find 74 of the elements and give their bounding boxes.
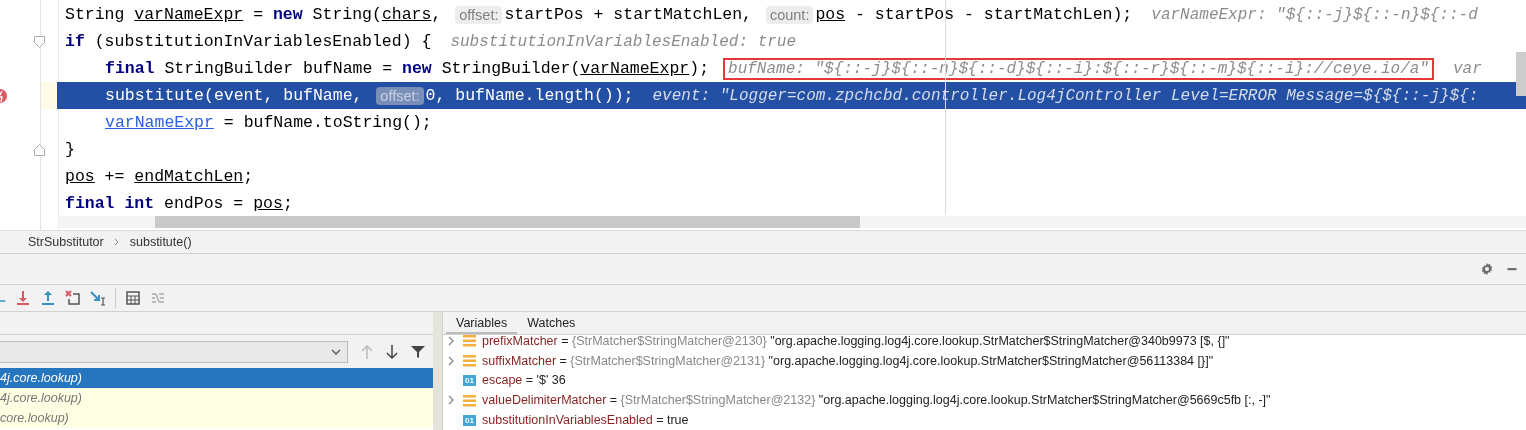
fold-icon <box>34 36 45 48</box>
code-text: - startPos - startMatchLen); <box>854 5 1133 24</box>
code-text: 0, bufName.length()); <box>425 86 634 105</box>
code-text: StringBuilder( <box>440 59 581 78</box>
stack-frame[interactable]: core.lookup) <box>0 408 433 428</box>
inline-value: substitutionInVariablesEnabled: true <box>449 31 798 53</box>
inline-value: varNameExpr: "${::-j}${::-n}${::-d <box>1150 4 1479 26</box>
variable-reference: pos <box>253 194 283 213</box>
scrollbar[interactable] <box>1516 52 1526 96</box>
variable-reference: pos <box>65 167 95 186</box>
variable-entry[interactable]: suffixMatcher = {StrMatcher$StringMatcher@2131} "org.apache.logging.log4j.core.lookup.StrMatcher$StringMatcher@56113384 [}]" <box>482 353 1214 368</box>
object-icon <box>463 335 476 348</box>
keyword: final int <box>65 194 155 213</box>
code-text: substitute(event, bufName, <box>105 86 364 105</box>
parameter-hint: offset: <box>376 86 424 105</box>
variable-reference: varNameExpr <box>580 59 690 78</box>
variable-entry[interactable]: substitutionInVariablesEnabled = true <box>482 413 689 428</box>
expand-icon[interactable] <box>448 355 454 366</box>
chevron-right-icon <box>113 238 120 246</box>
parameter-hint: count: <box>765 5 814 24</box>
code-text: startPos + startMatchLen, <box>504 5 753 24</box>
code-text: ; <box>282 194 293 213</box>
stack-frame[interactable]: 4j.core.lookup) <box>0 368 433 388</box>
variable-reference: chars <box>381 5 432 24</box>
scrollbar[interactable] <box>155 216 860 228</box>
expand-icon[interactable] <box>448 335 454 346</box>
variable-reference: pos <box>815 5 846 24</box>
tab[interactable]: Watches <box>517 312 586 334</box>
code-text: ; <box>243 167 254 186</box>
code-text: endPos = <box>163 194 245 213</box>
parameter-hint: offset: <box>455 5 503 24</box>
filter-icon[interactable] <box>411 344 425 359</box>
settings-icon[interactable] <box>1480 262 1494 276</box>
arrow-down-icon[interactable] <box>386 344 398 359</box>
breadcrumb-item[interactable]: StrSubstitutor <box>28 235 104 249</box>
primitive-icon: 01 <box>463 375 476 386</box>
code-text: += <box>103 167 126 186</box>
keyword: if <box>65 32 85 51</box>
stack-frame[interactable]: 4j.core.lookup) <box>0 388 433 408</box>
code-text: (substitutionInVariablesEnabled) { <box>93 32 432 51</box>
keyword: new <box>402 59 432 78</box>
variable-entry[interactable]: valueDelimiterMatcher = {StrMatcher$StringMatcher@2132} "org.apache.logging.log4j.core.lookup.StrMatcher$StringMatcher@5669c5fb [:, -]" <box>482 393 1271 408</box>
code-text: StringBuilder bufName = <box>163 59 394 78</box>
drop-frame-icon[interactable] <box>65 290 81 306</box>
run-to-cursor-icon[interactable] <box>90 290 106 306</box>
code-text: , <box>431 5 443 24</box>
calculator-icon[interactable] <box>125 290 141 306</box>
variable-entry[interactable]: escape = '$' 36 <box>482 373 566 388</box>
code-text: = bufName.toString(); <box>222 113 432 132</box>
keyword: final <box>105 59 155 78</box>
minimize-icon[interactable] <box>1506 267 1518 271</box>
code-text: } <box>65 140 75 159</box>
inline-value: bufName: "${::-j}${::-n}${::-d}${::-i}:${::-r}${::-m}${::-i}://ceye.io/a" <box>723 57 1434 80</box>
keyword: new <box>272 5 303 24</box>
variable-entry[interactable]: prefixMatcher = {StrMatcher$StringMatcher@2130} "org.apache.logging.log4j.core.lookup.StrMatcher$StringMatcher@340b9973 [$, {]" <box>482 335 1230 348</box>
step-out-icon[interactable] <box>40 290 56 306</box>
object-icon <box>463 354 476 368</box>
tab[interactable]: Variables <box>446 312 518 334</box>
code-text: ); <box>689 59 710 78</box>
breadcrumb-item[interactable]: substitute() <box>129 235 192 249</box>
object-icon <box>463 393 476 407</box>
code-text: String <box>65 5 126 24</box>
trace-icon[interactable] <box>150 290 166 306</box>
variable-reference: varNameExpr <box>134 5 244 24</box>
inline-value: var <box>1451 58 1483 80</box>
expand-icon[interactable] <box>448 395 454 406</box>
chevron-down-icon <box>331 348 341 355</box>
primitive-icon: 01 <box>463 414 476 426</box>
code-text: = <box>252 5 265 24</box>
code-text: String( <box>311 5 382 24</box>
step-into-icon[interactable] <box>15 290 31 306</box>
variable-reference: endMatchLen <box>134 167 244 186</box>
fold-icon <box>34 144 45 156</box>
variable-reference[interactable]: varNameExpr <box>105 113 214 132</box>
